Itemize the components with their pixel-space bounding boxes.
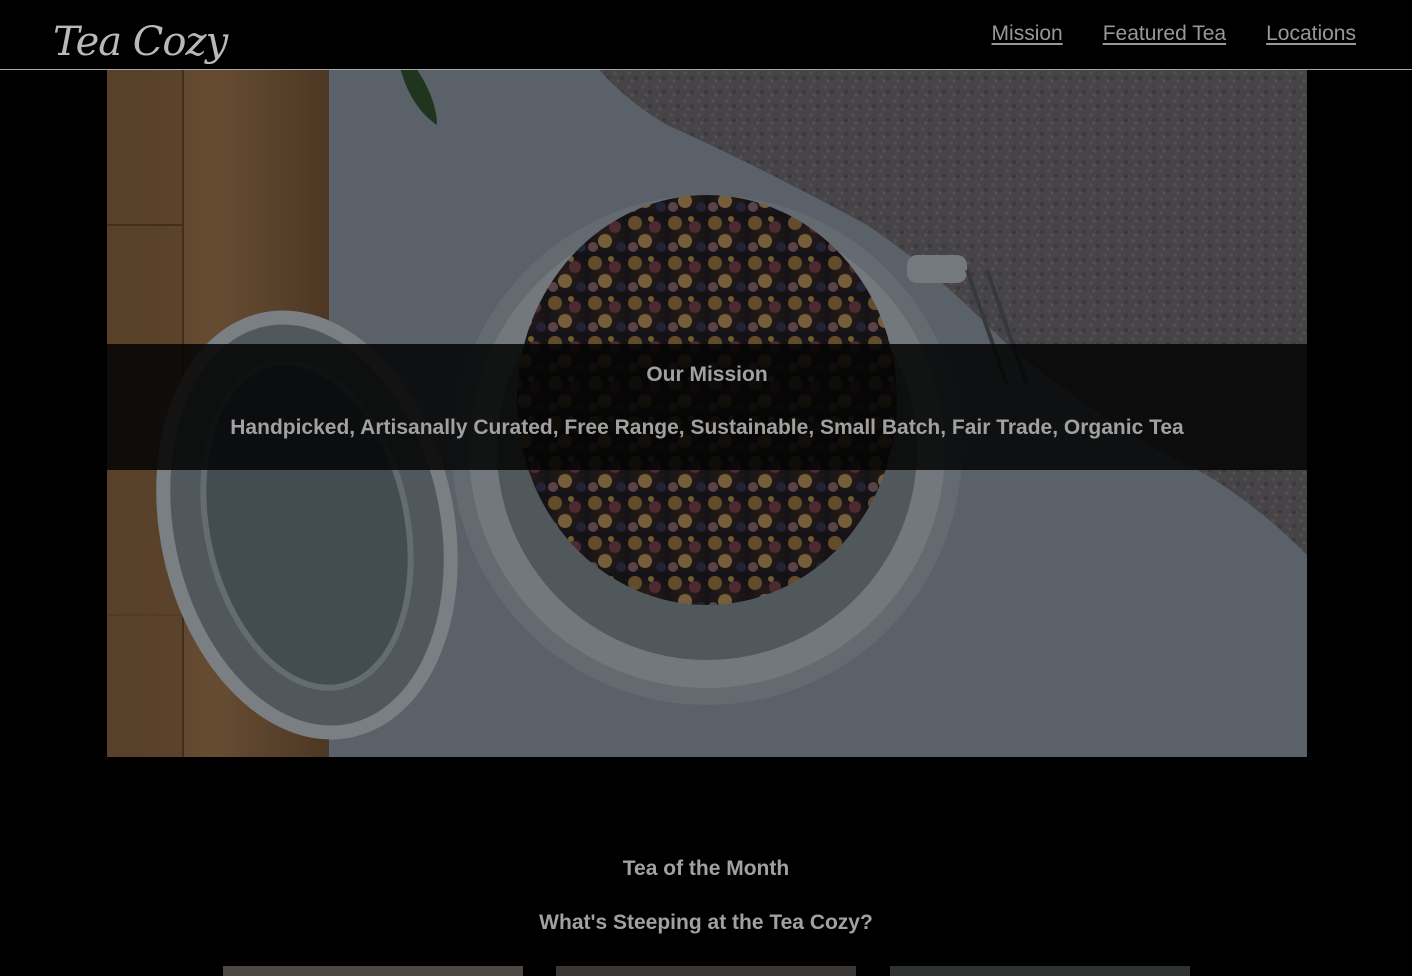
mission-text: Handpicked, Artisanally Curated, Free Ra…	[230, 416, 1184, 439]
nav-link-featured-tea[interactable]: Featured Tea	[1103, 20, 1226, 48]
main-nav: Mission Featured Tea Locations	[992, 20, 1356, 48]
logo[interactable]: Tea Cozy	[53, 16, 228, 68]
site-header: Tea Cozy Mission Featured Tea Locations	[0, 0, 1412, 70]
nav-link-locations[interactable]: Locations	[1266, 20, 1356, 48]
nav-link-mission[interactable]: Mission	[992, 20, 1063, 48]
mission-banner: Our Mission Handpicked, Artisanally Cura…	[107, 344, 1307, 470]
tea-of-month-subtitle: What's Steeping at the Tea Cozy?	[539, 911, 873, 934]
mission-title: Our Mission	[646, 363, 768, 386]
tea-of-month-title: Tea of the Month	[622, 857, 790, 880]
